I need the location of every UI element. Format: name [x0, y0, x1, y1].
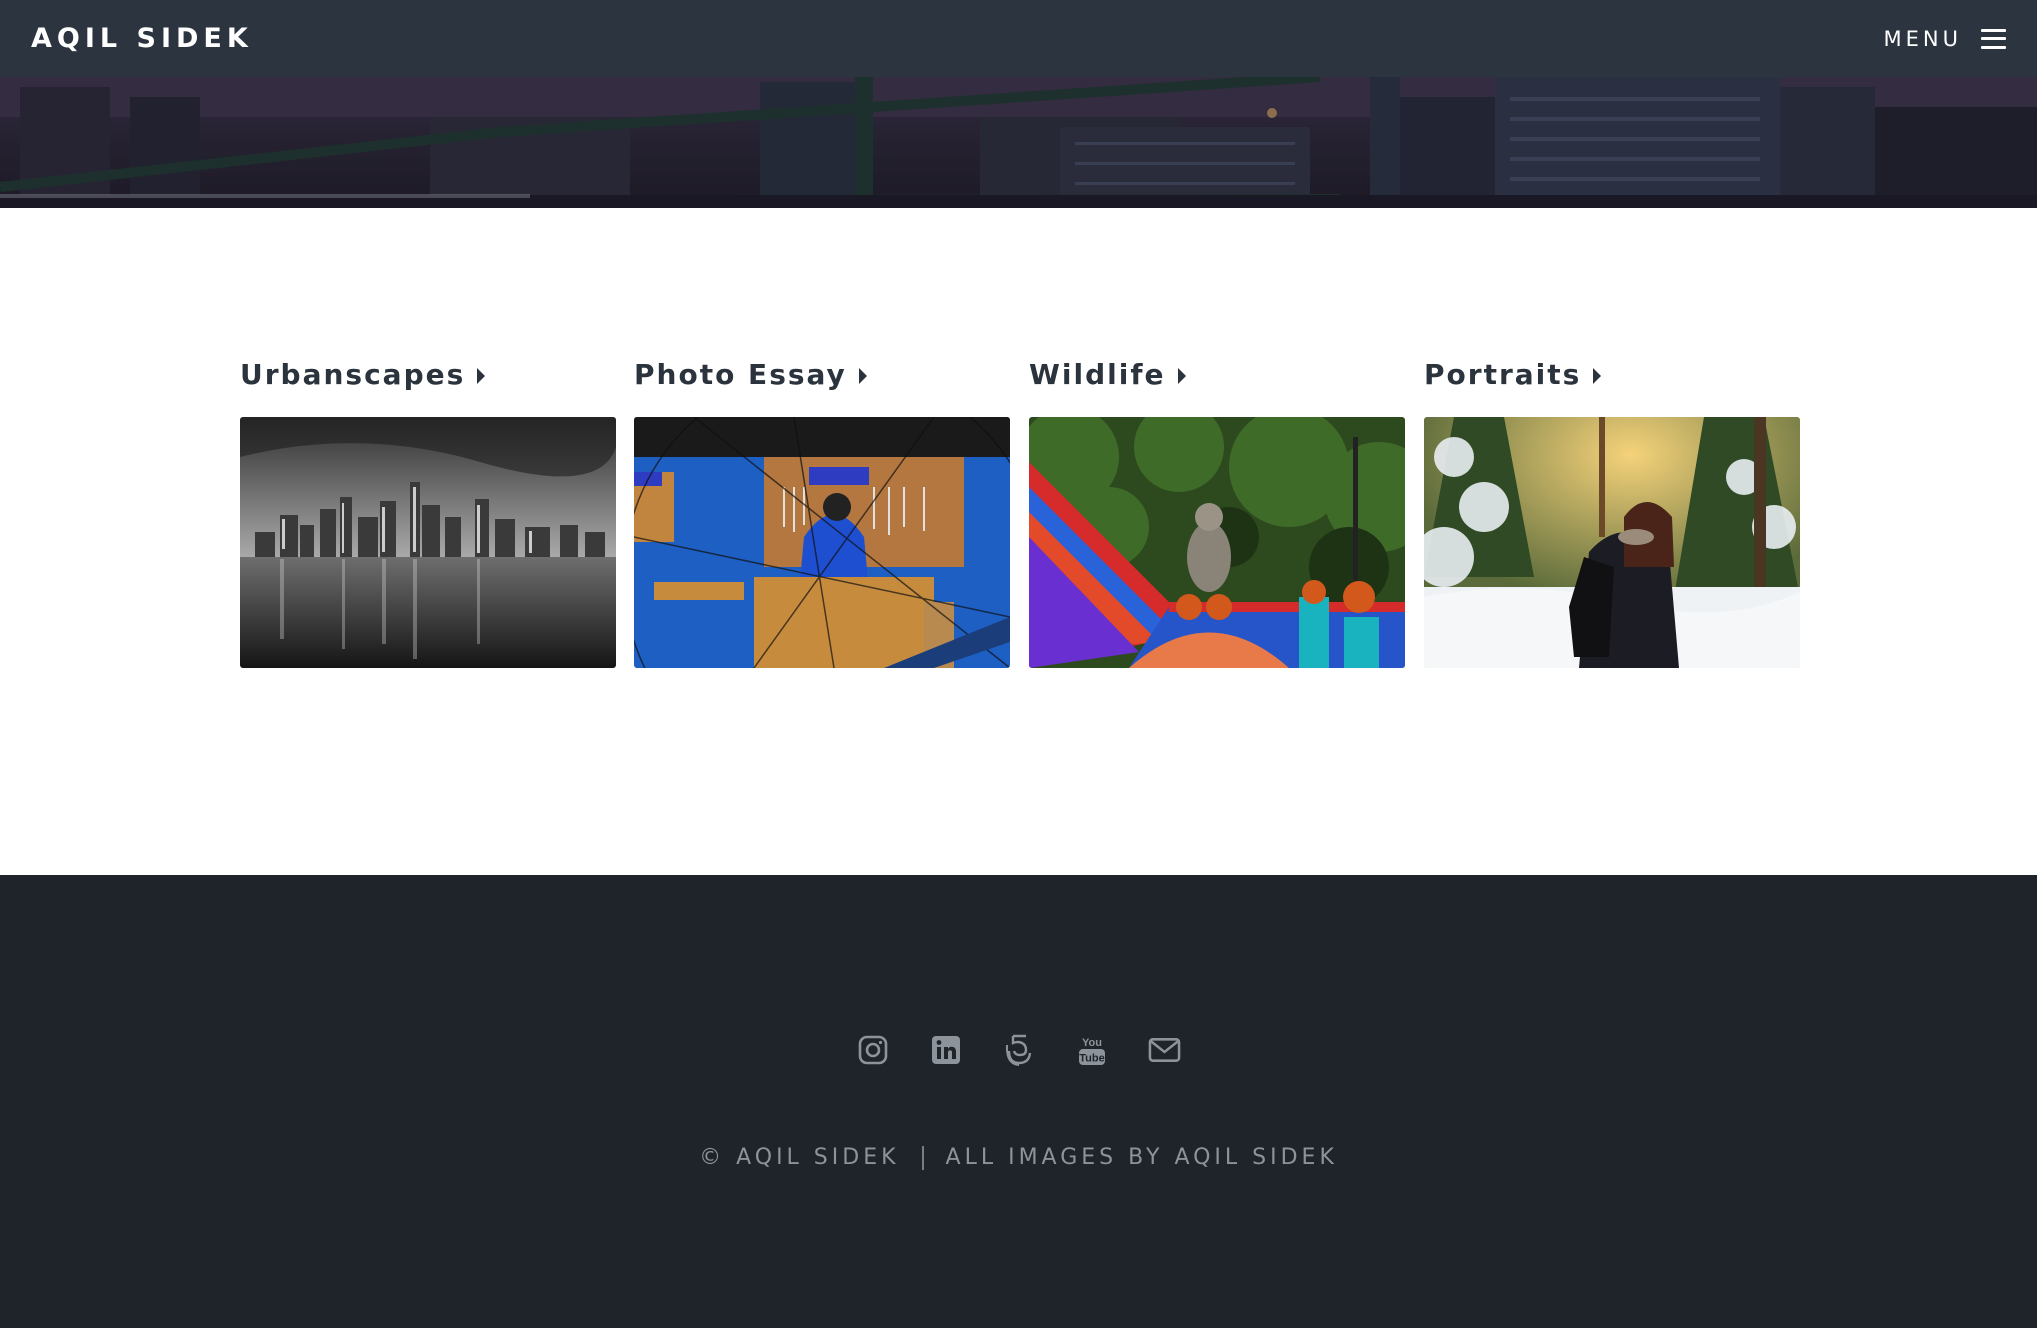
gallery-title: Urbanscapes [240, 358, 466, 391]
svg-text:Tube: Tube [1079, 1053, 1104, 1065]
social-links: You Tube [0, 1032, 2037, 1068]
menu-button[interactable]: MENU [1884, 27, 2006, 51]
divider [921, 1145, 924, 1170]
footer-copyright: © AQIL SIDEK ALL IMAGES BY AQIL SIDEK [0, 1145, 2037, 1170]
bike-workshop-photo [634, 417, 1010, 668]
hero-banner [0, 77, 2037, 208]
copyright-text: © AQIL SIDEK [699, 1145, 900, 1170]
city-skyline-bridge-photo [0, 77, 2037, 208]
500px-icon[interactable] [1002, 1032, 1035, 1068]
email-icon[interactable] [1148, 1032, 1181, 1068]
hamburger-icon [1981, 28, 2006, 49]
youtube-icon[interactable]: You Tube [1075, 1032, 1108, 1068]
caret-right-icon [1177, 367, 1186, 384]
credit-text: ALL IMAGES BY AQIL SIDEK [945, 1145, 1338, 1170]
gallery-thumbnail-photo-essay[interactable] [634, 417, 1010, 668]
monkey-on-stairs-photo [1029, 417, 1405, 668]
gallery-thumbnail-wildlife[interactable] [1029, 417, 1405, 668]
caret-right-icon [1593, 367, 1602, 384]
gallery-link-photo-essay[interactable]: Photo Essay [634, 358, 867, 391]
gallery-thumbnail-urbanscapes[interactable] [240, 417, 616, 668]
caret-right-icon [477, 367, 486, 384]
site-footer: You Tube © AQIL SIDEK ALL IMAGES BY AQIL… [0, 875, 2037, 1328]
instagram-icon[interactable] [856, 1032, 889, 1068]
gallery-section: Urbanscapes Photo Essay Wildlife Portrai… [0, 208, 2037, 875]
linkedin-icon[interactable] [929, 1032, 962, 1068]
site-brand[interactable]: AQIL SIDEK [31, 23, 253, 54]
gallery-link-wildlife[interactable]: Wildlife [1029, 358, 1186, 391]
menu-label: MENU [1883, 26, 1962, 51]
gallery-link-portraits[interactable]: Portraits [1424, 358, 1602, 391]
gallery-title: Wildlife [1029, 358, 1166, 391]
gallery-thumbnail-portraits[interactable] [1424, 417, 1800, 668]
top-navbar: AQIL SIDEK MENU [0, 0, 2037, 77]
snow-forest-portrait-photo [1424, 417, 1800, 668]
gallery-title: Portraits [1424, 358, 1582, 391]
gallery-title: Photo Essay [634, 358, 847, 391]
gallery-link-urbanscapes[interactable]: Urbanscapes [240, 358, 486, 391]
caret-right-icon [858, 367, 867, 384]
svg-text:You: You [1082, 1037, 1102, 1049]
nyc-skyline-bw-photo [240, 417, 616, 668]
